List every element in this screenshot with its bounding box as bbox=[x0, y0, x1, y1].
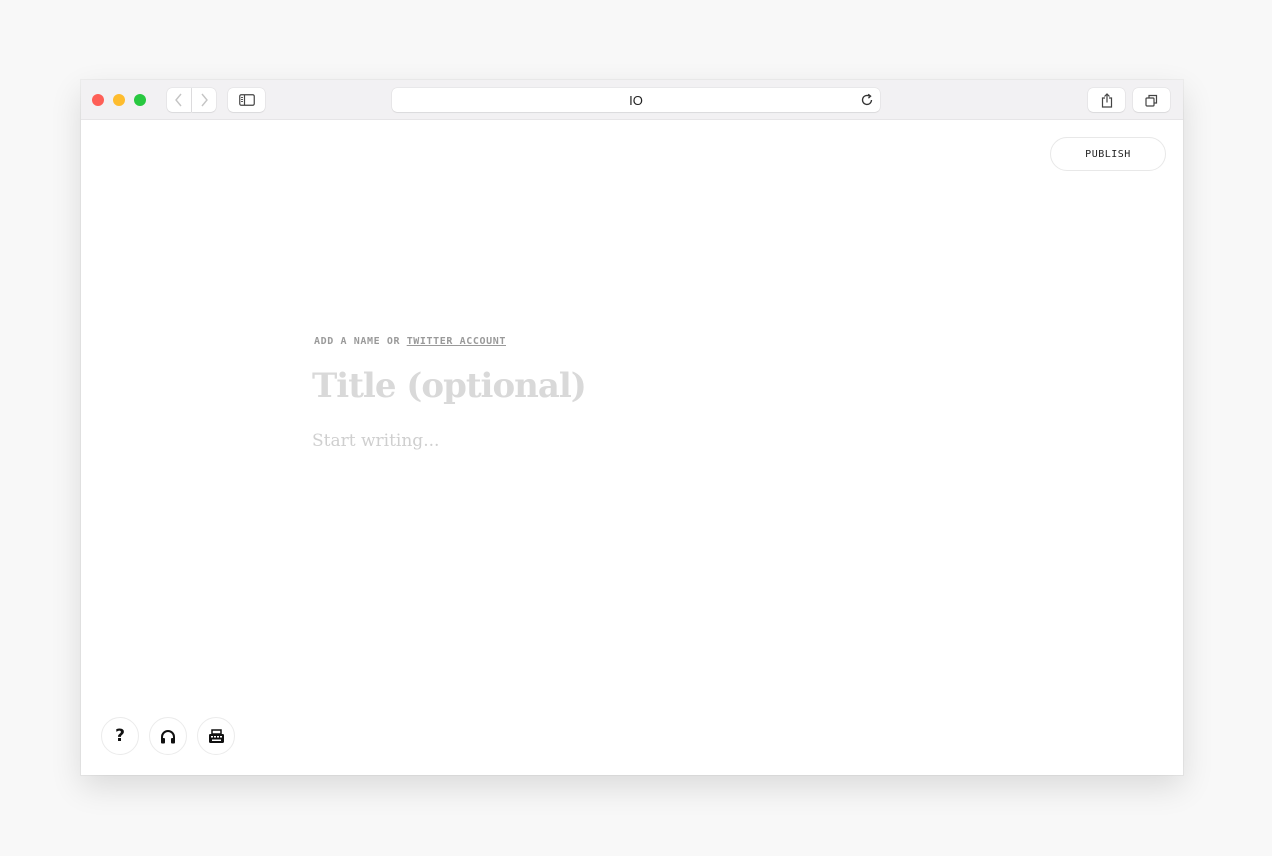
minimize-window-button[interactable] bbox=[113, 94, 125, 106]
tab-overview-button[interactable] bbox=[1133, 88, 1170, 112]
browser-toolbar: IO bbox=[81, 80, 1183, 120]
audio-button[interactable] bbox=[149, 717, 187, 755]
sidebar-toggle-button[interactable] bbox=[228, 88, 265, 112]
typewriter-icon bbox=[208, 728, 224, 743]
browser-window: IO PUBLISH ADD A NAME OR TWITTER ACCOUNT bbox=[81, 80, 1183, 775]
close-window-button[interactable] bbox=[92, 94, 104, 106]
body-input[interactable]: Start writing... bbox=[312, 431, 439, 451]
twitter-account-link[interactable]: TWITTER ACCOUNT bbox=[407, 336, 506, 347]
help-button[interactable]: ? bbox=[101, 717, 139, 755]
forward-button[interactable] bbox=[192, 88, 216, 112]
reload-icon[interactable] bbox=[860, 93, 874, 107]
chevron-left-icon bbox=[175, 93, 182, 107]
sidebar-icon bbox=[238, 94, 255, 106]
back-button[interactable] bbox=[167, 88, 191, 112]
title-input[interactable]: Title (optional) bbox=[312, 366, 587, 406]
share-button[interactable] bbox=[1088, 88, 1125, 112]
headphones-icon bbox=[161, 729, 175, 743]
address-text: IO bbox=[629, 92, 643, 108]
typewriter-button[interactable] bbox=[197, 717, 235, 755]
question-mark-icon: ? bbox=[115, 726, 125, 746]
share-icon bbox=[1101, 92, 1112, 108]
maximize-window-button[interactable] bbox=[134, 94, 146, 106]
editor-page: PUBLISH ADD A NAME OR TWITTER ACCOUNT Ti… bbox=[81, 120, 1183, 775]
tabs-icon bbox=[1145, 94, 1158, 107]
publish-button[interactable]: PUBLISH bbox=[1050, 137, 1166, 171]
byline-prefix: ADD A NAME OR bbox=[314, 336, 407, 347]
chevron-right-icon bbox=[201, 93, 208, 107]
byline-prompt[interactable]: ADD A NAME OR TWITTER ACCOUNT bbox=[314, 336, 506, 347]
address-bar[interactable]: IO bbox=[392, 88, 880, 112]
